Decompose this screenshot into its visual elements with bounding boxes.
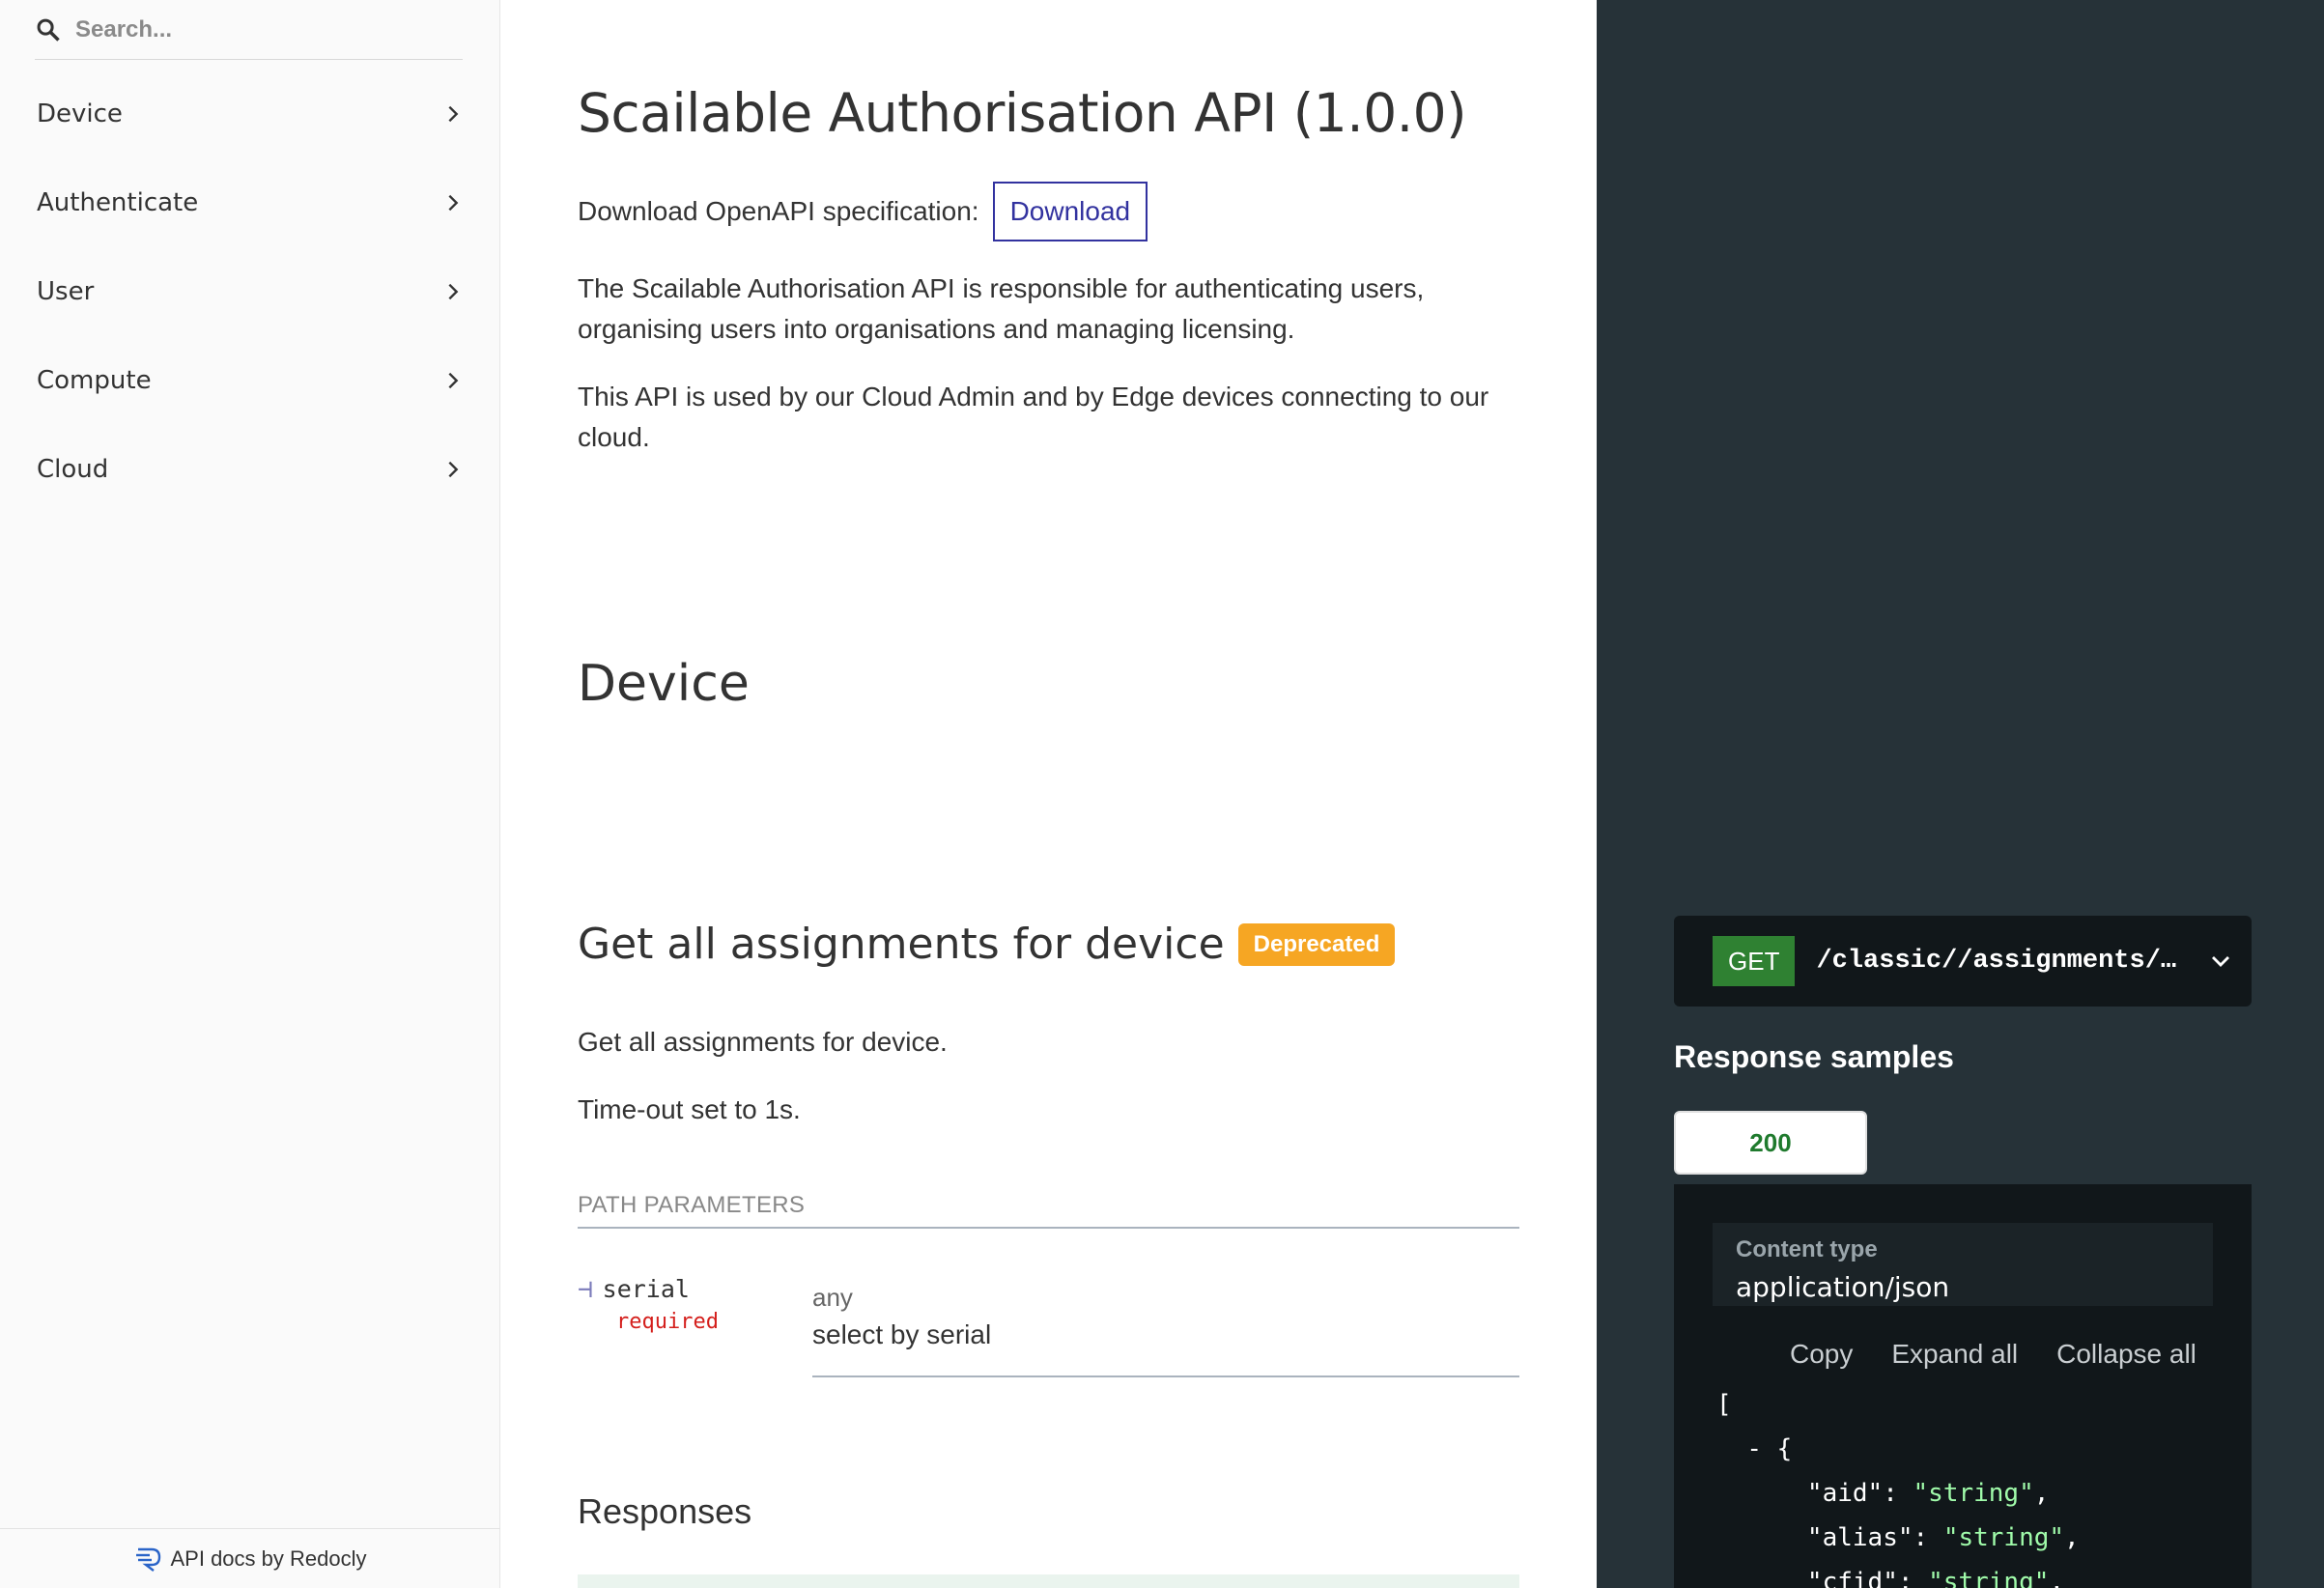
footer-text: API docs by Redocly — [170, 1545, 367, 1571]
json-key: "cfid" — [1806, 1568, 1898, 1588]
search-input[interactable] — [75, 15, 442, 43]
chevron-right-icon — [448, 105, 459, 123]
sidebar-item-device[interactable]: Device — [0, 70, 500, 158]
tab-status-200[interactable]: 200 — [1674, 1111, 1867, 1175]
response-sample-panel: Content type application/json Copy Expan… — [1674, 1184, 2252, 1588]
chevron-down-icon — [2212, 956, 2230, 967]
content-type-value: application/json — [1736, 1271, 1950, 1303]
download-row: Download OpenAPI specification: Download — [578, 182, 1148, 241]
sidebar-nav: Device Authenticate User Compute Cloud — [0, 70, 500, 514]
json-key: "alias" — [1806, 1523, 1913, 1552]
sidebar: Device Authenticate User Compute Cloud A… — [0, 0, 500, 1588]
json-collapse-toggle[interactable]: - { — [1716, 1434, 1792, 1463]
section-title: Device — [578, 655, 750, 713]
operation-summary: Get all assignments for device. — [578, 1027, 948, 1057]
endpoint-selector[interactable]: GET /classic//assignments/device/{serial… — [1674, 916, 2252, 1007]
description-paragraph: This API is used by our Cloud Admin and … — [578, 382, 1489, 452]
json-sample: [ - { "aid": "string", "alias": "string"… — [1716, 1382, 2080, 1588]
json-value: "string" — [1913, 1479, 2034, 1508]
sample-actions: Copy Expand all Collapse all — [1790, 1339, 2196, 1370]
deprecated-badge: Deprecated — [1237, 922, 1396, 966]
expand-all-button[interactable]: Expand all — [1891, 1339, 2018, 1370]
tree-connector-icon: ⊣ — [578, 1275, 593, 1304]
operation-timeout: Time-out set to 1s. — [578, 1094, 801, 1124]
search-bar — [35, 0, 463, 60]
search-icon — [37, 18, 60, 42]
param-description: select by serial — [812, 1319, 992, 1349]
path-parameters-title: PATH PARAMETERS — [578, 1192, 1519, 1229]
json-key: "aid" — [1806, 1479, 1884, 1508]
collapse-all-button[interactable]: Collapse all — [2056, 1339, 2196, 1370]
sidebar-item-label: Compute — [37, 366, 152, 395]
chevron-right-icon — [448, 461, 459, 478]
redocly-footer-link[interactable]: API docs by Redocly — [0, 1528, 500, 1588]
page-title: Scailable Authorisation API (1.0.0) — [578, 82, 1467, 144]
operation-heading: Get all assignments for device Deprecate… — [578, 920, 1396, 969]
chevron-right-icon — [448, 194, 459, 212]
http-method-badge: GET — [1713, 936, 1796, 986]
json-value: "string" — [1942, 1523, 2065, 1552]
sidebar-item-label: User — [37, 277, 95, 306]
response-200-row[interactable] — [578, 1574, 1519, 1588]
download-button[interactable]: Download — [992, 182, 1148, 241]
description-paragraph: The Scailable Authorisation API is respo… — [578, 273, 1425, 344]
param-name-row: ⊣ serial — [578, 1275, 690, 1304]
content-type-label: Content type — [1736, 1236, 1878, 1262]
download-label: Download OpenAPI specification: — [578, 196, 979, 226]
param-name: serial — [602, 1275, 690, 1303]
copy-button[interactable]: Copy — [1790, 1339, 1853, 1370]
redocly-logo-icon — [135, 1547, 160, 1572]
divider — [812, 1375, 1519, 1377]
json-value: "string" — [1928, 1568, 2050, 1588]
sidebar-item-label: Authenticate — [37, 188, 199, 217]
sidebar-item-authenticate[interactable]: Authenticate — [0, 158, 500, 247]
endpoint-path: /classic//assignments/device/{serial} — [1816, 947, 2188, 976]
chevron-right-icon — [448, 372, 459, 389]
param-type: any — [812, 1283, 853, 1312]
right-panel: GET /classic//assignments/device/{serial… — [1597, 0, 2324, 1588]
sidebar-item-cloud[interactable]: Cloud — [0, 425, 500, 514]
param-required: required — [616, 1310, 719, 1334]
sidebar-item-label: Cloud — [37, 455, 109, 484]
json-open-bracket: [ — [1716, 1390, 1732, 1419]
sidebar-item-label: Device — [37, 99, 123, 128]
content-type-box: Content type application/json — [1713, 1223, 2213, 1306]
sidebar-item-compute[interactable]: Compute — [0, 336, 500, 425]
sidebar-item-user[interactable]: User — [0, 247, 500, 336]
operation-title: Get all assignments for device — [578, 920, 1225, 969]
responses-title: Responses — [578, 1491, 752, 1531]
response-samples-title: Response samples — [1674, 1039, 1954, 1074]
chevron-right-icon — [448, 283, 459, 300]
main-content: Scailable Authorisation API (1.0.0) Down… — [500, 0, 1597, 1588]
